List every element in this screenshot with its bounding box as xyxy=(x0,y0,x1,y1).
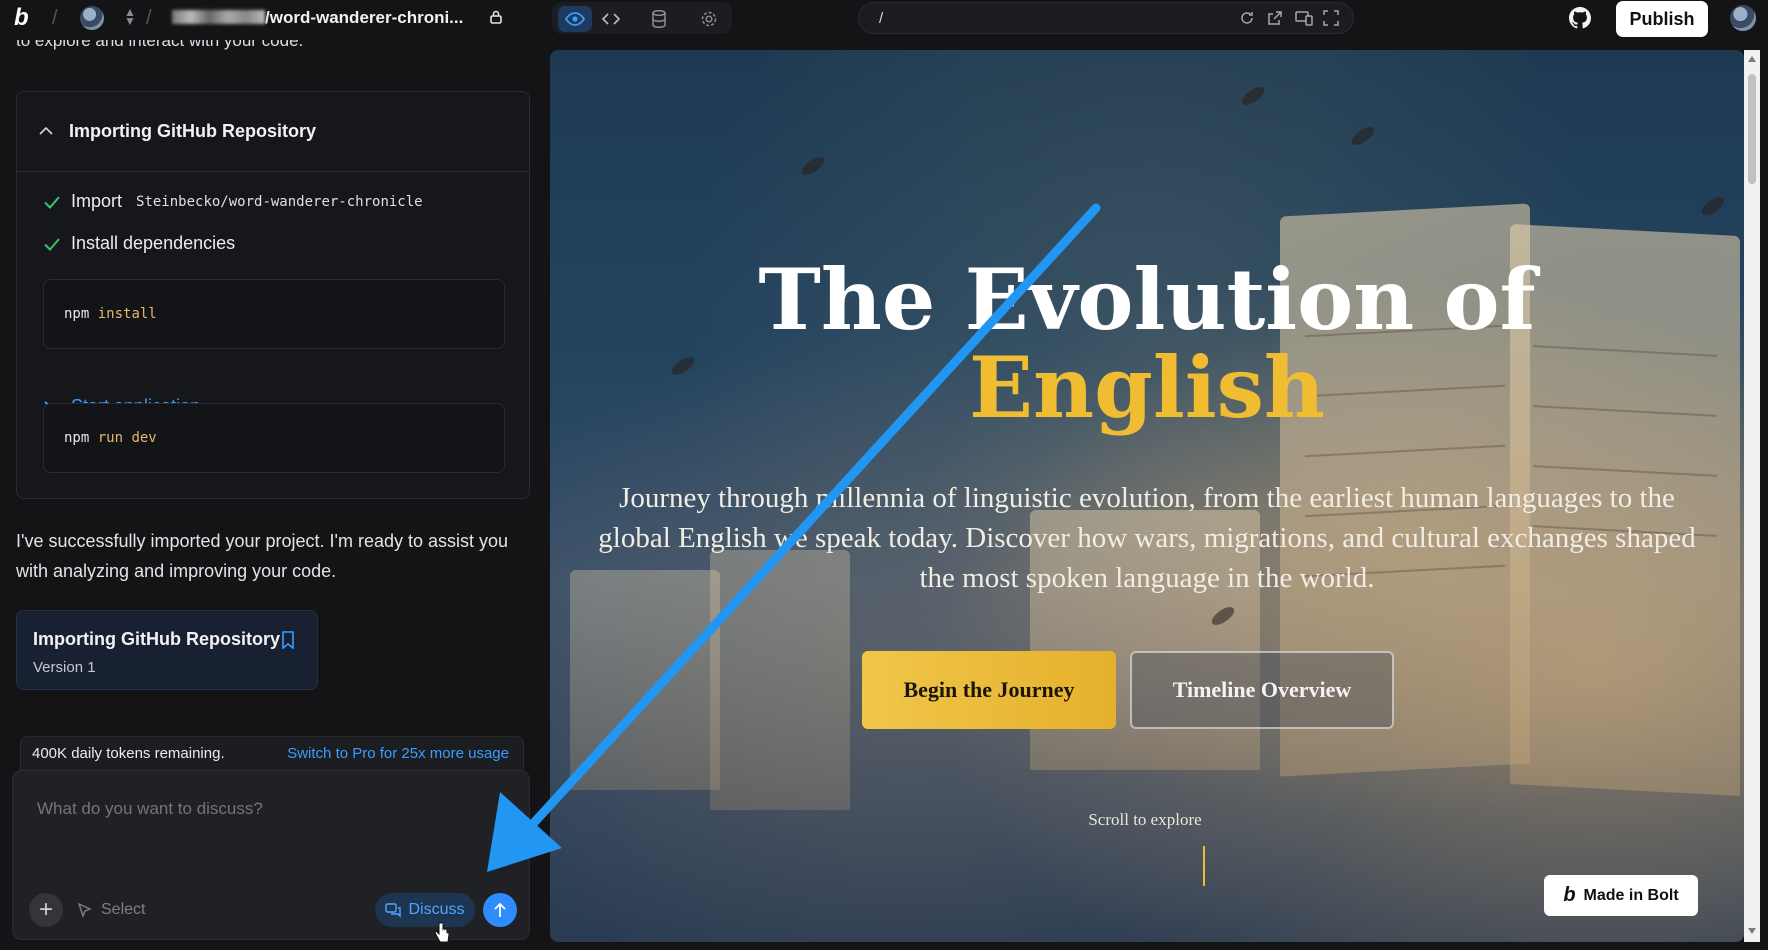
database-icon[interactable] xyxy=(642,6,676,32)
timeline-overview-button[interactable]: Timeline Overview xyxy=(1130,651,1394,729)
project-name[interactable]: /word-wanderer-chroni... xyxy=(172,8,463,28)
scroll-hint: Scroll to explore xyxy=(1088,810,1202,829)
badge-label: Made in Bolt xyxy=(1583,886,1679,904)
install-arg: install xyxy=(97,306,157,322)
chevron-updown-icon[interactable]: ▲ ▼ xyxy=(124,6,136,27)
preview-scrollbar[interactable] xyxy=(1744,50,1760,942)
feather-illustration xyxy=(798,153,828,179)
install-command-box: npm install xyxy=(43,279,505,349)
reload-icon[interactable] xyxy=(1239,10,1255,26)
version-card-title: Importing GitHub Repository xyxy=(33,629,280,649)
step-import: Import Steinbecko/word-wanderer-chronicl… xyxy=(43,191,423,212)
chevron-up-icon[interactable] xyxy=(37,122,55,140)
feather-illustration xyxy=(1348,123,1378,149)
version-label: Version 1 xyxy=(33,659,96,676)
discuss-button[interactable]: Discuss xyxy=(375,893,475,927)
start-cmd: npm xyxy=(64,430,90,446)
cursor-select-icon xyxy=(77,902,92,918)
step-import-label: Import xyxy=(71,191,123,211)
arrow-up-icon xyxy=(494,902,506,917)
breadcrumb-separator: / xyxy=(146,7,152,29)
select-label: Select xyxy=(101,901,146,918)
hero-subtitle: Journey through millennia of linguistic … xyxy=(598,482,1696,594)
feather-illustration xyxy=(1698,193,1728,219)
upgrade-link[interactable]: Switch to Pro for 25x more usage xyxy=(287,745,509,762)
install-cmd: npm xyxy=(64,306,90,322)
made-in-bolt-badge[interactable]: b Made in Bolt xyxy=(1544,875,1698,916)
step-install: Install dependencies xyxy=(43,233,235,254)
preview-eye-icon[interactable] xyxy=(558,6,592,32)
chat-panel: to explore and interact with your code. … xyxy=(0,36,546,950)
settings-gear-icon[interactable] xyxy=(692,6,726,32)
import-repository-card: Importing GitHub Repository Import Stein… xyxy=(16,91,530,499)
book-illustration xyxy=(570,570,720,790)
begin-journey-button[interactable]: Begin the Journey xyxy=(862,651,1116,729)
scroll-thumb[interactable] xyxy=(1748,74,1756,184)
select-element-button[interactable]: Select xyxy=(77,901,145,919)
open-external-icon[interactable] xyxy=(1267,10,1283,26)
import-card-title: Importing GitHub Repository xyxy=(69,121,316,141)
scroll-up-icon[interactable] xyxy=(1748,56,1756,62)
send-button[interactable] xyxy=(483,893,517,927)
feather-illustration xyxy=(1238,83,1268,109)
discuss-label: Discuss xyxy=(408,901,465,918)
check-icon xyxy=(44,237,60,251)
scroll-indicator-line xyxy=(1203,846,1205,886)
code-icon[interactable] xyxy=(594,6,628,32)
view-toggle xyxy=(552,2,732,34)
fullscreen-icon[interactable] xyxy=(1323,10,1339,26)
bolt-logo-icon[interactable]: b xyxy=(14,6,36,30)
lock-icon xyxy=(490,10,502,24)
bookmark-icon[interactable] xyxy=(281,631,295,649)
hero-title-accent: English xyxy=(968,338,1325,437)
redacted-owner xyxy=(172,10,265,24)
step-import-repo: Steinbecko/word-wanderer-chronicle xyxy=(136,193,423,210)
url-path[interactable]: / xyxy=(879,10,883,27)
chat-input[interactable] xyxy=(37,799,497,819)
mouse-pointer-icon xyxy=(434,922,450,943)
previous-message-text: to explore and interact with your code. xyxy=(16,40,304,50)
token-usage-bar: 400K daily tokens remaining. Switch to P… xyxy=(20,736,524,770)
add-attachment-button[interactable]: + xyxy=(29,893,63,927)
chat-bubbles-icon xyxy=(385,902,402,918)
tokens-remaining: 400K daily tokens remaining. xyxy=(32,745,225,762)
assistant-reply: I've successfully imported your project.… xyxy=(16,531,509,581)
chat-composer: + Select Discuss xyxy=(12,770,530,940)
step-install-label: Install dependencies xyxy=(71,233,236,253)
check-icon xyxy=(44,195,60,209)
user-avatar[interactable] xyxy=(1730,5,1756,31)
start-arg: run dev xyxy=(97,430,157,446)
hero-title: The Evolution of xyxy=(758,250,1536,349)
version-card[interactable]: Importing GitHub Repository Version 1 xyxy=(16,610,318,690)
device-preview-icon[interactable] xyxy=(1295,10,1313,26)
scroll-down-icon[interactable] xyxy=(1748,928,1756,934)
publish-button[interactable]: Publish xyxy=(1616,1,1708,37)
preview-url-bar[interactable]: / xyxy=(858,2,1354,34)
bolt-logo-icon: b xyxy=(1563,884,1576,906)
github-icon[interactable] xyxy=(1568,6,1592,30)
team-avatar[interactable] xyxy=(80,6,104,30)
site-preview: The Evolution of English Journey through… xyxy=(550,50,1744,942)
plus-icon: + xyxy=(38,896,53,923)
top-bar: b / ▲ ▼ / /word-wanderer-chroni... / Pub… xyxy=(0,0,1768,37)
start-command-box: npm run dev xyxy=(43,403,505,473)
breadcrumb-separator: / xyxy=(52,7,58,29)
import-card-header[interactable]: Importing GitHub Repository xyxy=(17,92,529,172)
